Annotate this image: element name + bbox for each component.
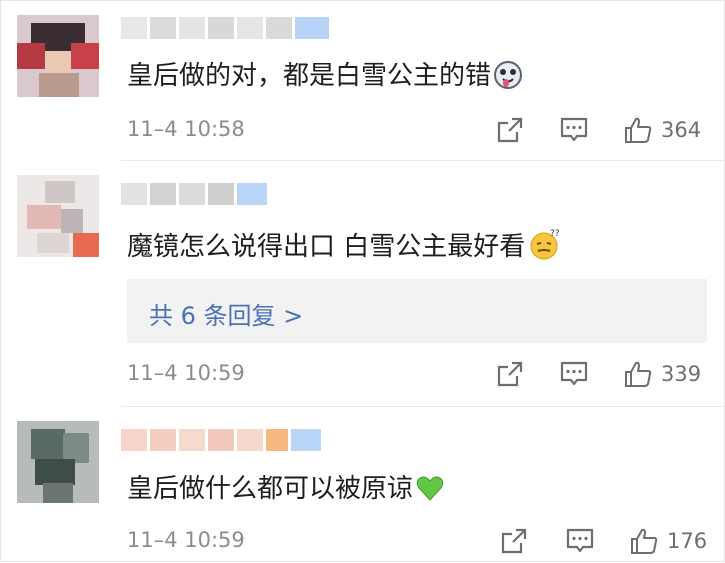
avatar[interactable] <box>17 421 99 503</box>
comment-text-body: 皇后做什么都可以被原谅 <box>127 474 414 504</box>
timestamp: 11–4 10:59 <box>127 361 245 385</box>
comment-meta: 11–4 10:59 176 <box>127 526 707 556</box>
comment-item: 皇后做的对，都是白雪公主的错 11–4 10:58 364 <box>1 1 725 161</box>
share-icon <box>501 528 527 554</box>
comment-bubble-icon <box>566 528 594 553</box>
comment-bubble-icon <box>560 117 588 142</box>
comment-text: 皇后做的对，都是白雪公主的错 <box>127 60 523 91</box>
avatar[interactable] <box>17 15 99 97</box>
username-blurred[interactable] <box>121 427 324 453</box>
like-button[interactable]: 339 <box>623 359 701 389</box>
username-blurred[interactable] <box>121 181 270 207</box>
share-icon <box>497 117 523 143</box>
username-blurred[interactable] <box>121 15 332 41</box>
thumbs-up-icon <box>625 361 652 387</box>
drooling-face-emoji-icon <box>494 61 523 89</box>
share-button[interactable] <box>499 526 529 556</box>
timestamp: 11–4 10:58 <box>127 117 245 141</box>
comment-text: 皇后做什么都可以被原谅 <box>127 473 445 504</box>
comment-meta: 11–4 10:58 364 <box>127 115 706 145</box>
like-count: 364 <box>661 118 702 142</box>
share-button[interactable] <box>495 359 525 389</box>
replies-link[interactable]: 共 6 条回复 > <box>149 296 303 331</box>
comment-item: 魔镜怎么说得出口 白雪公主最好看 ?? 共 6 条回复 > 11–4 10:59 <box>1 161 725 407</box>
like-count: 176 <box>667 529 708 553</box>
svg-text:??: ?? <box>550 229 560 239</box>
thumbs-up-icon <box>625 117 652 143</box>
comment-meta: 11–4 10:59 339 <box>127 359 706 389</box>
comment-bubble-icon <box>560 361 588 386</box>
green-heart-emoji-icon <box>416 476 444 501</box>
share-icon <box>497 361 523 387</box>
comment-text-body: 魔镜怎么说得出口 白雪公主最好看 <box>127 232 526 262</box>
comment-text-body: 皇后做的对，都是白雪公主的错 <box>127 61 492 91</box>
like-button[interactable]: 364 <box>623 115 701 145</box>
comment-button[interactable] <box>559 115 589 145</box>
comment-text: 魔镜怎么说得出口 白雪公主最好看 ?? <box>127 227 563 262</box>
thumbs-up-icon <box>631 528 658 554</box>
confused-face-emoji-icon: ?? <box>530 229 560 260</box>
comment-button[interactable] <box>559 359 589 389</box>
avatar[interactable] <box>17 175 99 257</box>
comment-item: 皇后做什么都可以被原谅 11–4 10:59 176 <box>1 407 725 563</box>
view-replies-button[interactable]: 共 6 条回复 > <box>127 279 707 343</box>
like-count: 339 <box>661 362 702 386</box>
share-button[interactable] <box>495 115 525 145</box>
comment-button[interactable] <box>565 526 595 556</box>
timestamp: 11–4 10:59 <box>127 528 245 552</box>
like-button[interactable]: 176 <box>629 526 707 556</box>
